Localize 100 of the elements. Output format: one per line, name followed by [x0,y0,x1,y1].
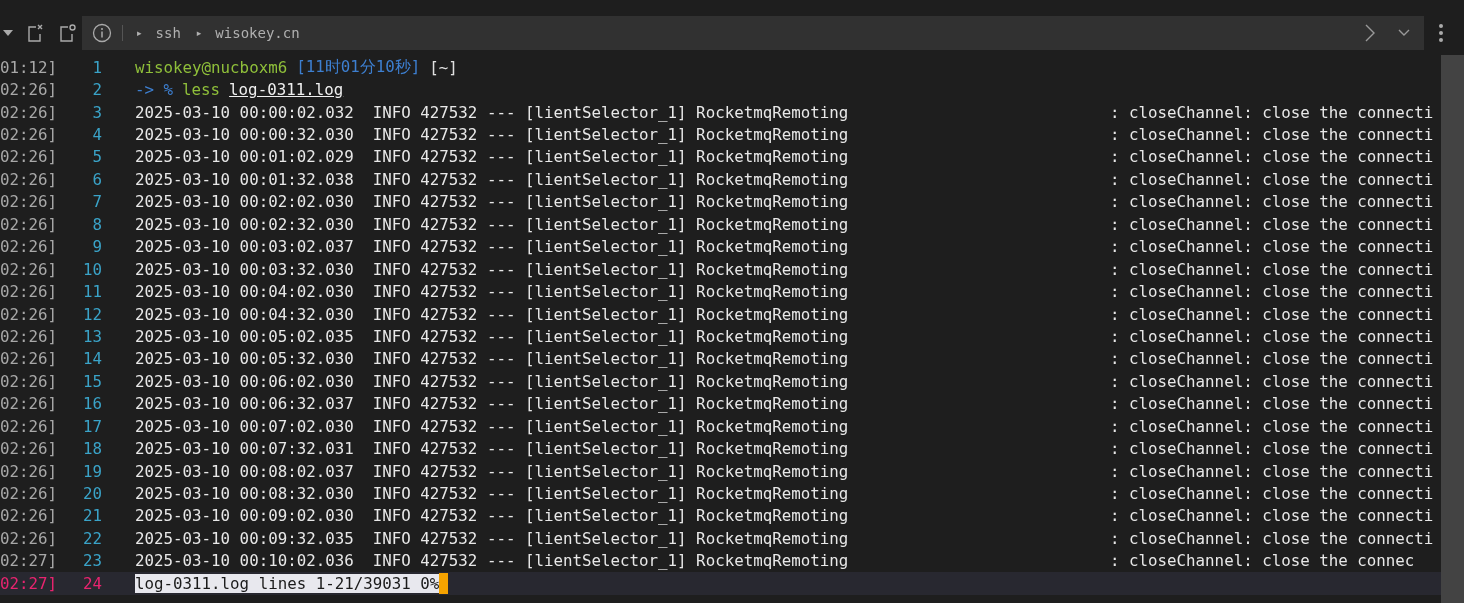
line-number: 11 [81,282,102,302]
timestamp: 02:26] [0,461,56,481]
more-menu-icon[interactable] [1438,24,1444,42]
log-message: : closeChannel: close the connecti [1110,349,1434,369]
log-message: : closeChannel: close the connecti [1110,125,1434,145]
line-number: 23 [81,551,102,571]
scrollbar-thumb[interactable] [1441,55,1464,603]
line-number: 7 [91,192,102,212]
log-entry: 2025-03-10 00:03:02.037 INFO 427532 --- [lientSelector_1] RocketmqRemoting [135,237,850,257]
timestamp: 02:26] [0,259,56,279]
timestamp: 02:26] [0,80,56,100]
prompt-symbol: -> % [135,80,174,100]
log-message: : closeChannel: close the connecti [1110,528,1434,548]
log-message: : closeChannel: close the connecti [1110,192,1434,212]
timestamp: 02:26] [0,214,56,234]
timestamp: 02:26] [0,169,56,189]
log-message: : closeChannel: close the connecti [1110,461,1434,481]
line-number: 15 [81,371,102,391]
log-entry: 2025-03-10 00:01:32.038 INFO 427532 --- [lientSelector_1] RocketmqRemoting [135,169,850,189]
log-message: : closeChannel: close the connecti [1110,214,1434,234]
log-message: : closeChannel: close the connecti [1110,259,1434,279]
log-message: : closeChannel: close the connecti [1110,371,1434,391]
timestamp: 02:26] [0,326,56,346]
log-message: : closeChannel: close the connecti [1110,147,1434,167]
line-number: 24 [81,573,102,593]
line-number: 4 [91,125,102,145]
new-pane-icon[interactable] [57,23,77,43]
breadcrumb-item[interactable]: ssh [155,25,181,41]
close-pane-icon[interactable] [25,23,45,43]
timestamp: 01:12] [0,57,56,77]
log-entry: 2025-03-10 00:00:02.032 INFO 427532 --- [lientSelector_1] RocketmqRemoting [135,102,850,122]
log-entry: 2025-03-10 00:03:32.030 INFO 427532 --- [lientSelector_1] RocketmqRemoting [135,259,850,279]
log-message: : closeChannel: close the connecti [1110,439,1434,459]
timestamp: 02:26] [0,439,56,459]
log-message: : closeChannel: close the connec [1110,551,1415,571]
prompt-text: wisokey@nucboxm6 [135,57,288,77]
log-entry: 2025-03-10 00:05:32.030 INFO 427532 --- [lientSelector_1] RocketmqRemoting [135,349,850,369]
log-message: : closeChannel: close the connecti [1110,416,1434,436]
log-message: : closeChannel: close the connecti [1110,506,1434,526]
line-number: 1 [91,57,102,77]
timestamp: 02:26] [0,394,56,414]
cursor [439,572,449,594]
breadcrumb-marker: ▸ [137,28,142,38]
log-entry: 2025-03-10 00:08:02.037 INFO 427532 --- [lientSelector_1] RocketmqRemoting [135,461,850,481]
chevron-down-icon[interactable] [1398,29,1410,37]
log-entry: 2025-03-10 00:10:02.036 INFO 427532 --- [lientSelector_1] RocketmqRemoting [135,551,850,571]
log-entry: 2025-03-10 00:04:02.030 INFO 427532 --- [lientSelector_1] RocketmqRemoting [135,282,850,302]
timestamp: 02:26] [0,192,56,212]
line-number: 17 [81,416,102,436]
chevron-right-icon[interactable] [1364,24,1376,42]
log-entry: 2025-03-10 00:06:32.037 INFO 427532 --- [lientSelector_1] RocketmqRemoting [135,394,850,414]
timestamp: 02:26] [0,416,56,436]
breadcrumb-item[interactable]: wisokey.cn [215,25,300,41]
log-message: : closeChannel: close the connecti [1110,304,1434,324]
timestamp: 02:26] [0,147,56,167]
log-message: : closeChannel: close the connecti [1110,394,1434,414]
prompt-text: [11时01分10秒] [296,56,421,78]
timestamp: 02:26] [0,237,56,257]
timestamp: 02:26] [0,506,56,526]
line-number: 12 [81,304,102,324]
log-entry: 2025-03-10 00:07:02.030 INFO 427532 --- [lientSelector_1] RocketmqRemoting [135,416,850,436]
log-message: : closeChannel: close the connecti [1110,282,1434,302]
line-number: 14 [81,349,102,369]
line-number: 10 [81,259,102,279]
log-message: : closeChannel: close the connecti [1110,169,1434,189]
breadcrumb-marker: ▸ [196,28,202,38]
line-number: 19 [81,461,102,481]
line-number: 13 [81,326,102,346]
log-message: : closeChannel: close the connecti [1110,237,1434,257]
line-number: 6 [91,169,102,189]
log-entry: 2025-03-10 00:02:02.030 INFO 427532 --- [lientSelector_1] RocketmqRemoting [135,192,850,212]
timestamp: 02:26] [0,349,56,369]
log-entry: 2025-03-10 00:09:32.035 INFO 427532 --- [lientSelector_1] RocketmqRemoting [135,528,850,548]
log-entry: 2025-03-10 00:02:32.030 INFO 427532 --- [lientSelector_1] RocketmqRemoting [135,214,850,234]
log-entry: 2025-03-10 00:01:02.029 INFO 427532 --- [lientSelector_1] RocketmqRemoting [135,147,850,167]
timestamp: 02:26] [0,102,56,122]
caret-down-icon[interactable] [3,30,13,36]
timestamp: 02:26] [0,304,56,324]
log-entry: 2025-03-10 00:07:32.031 INFO 427532 --- [lientSelector_1] RocketmqRemoting [135,439,850,459]
log-message: : closeChannel: close the connecti [1110,484,1434,504]
prompt-text: [~] [429,57,458,77]
timestamp: 02:26] [0,371,56,391]
info-icon[interactable] [92,23,112,43]
log-entry: 2025-03-10 00:09:02.030 INFO 427532 --- [lientSelector_1] RocketmqRemoting [135,506,850,526]
log-entry: 2025-03-10 00:04:32.030 INFO 427532 --- [lientSelector_1] RocketmqRemoting [135,304,850,324]
pager-status: log-0311.log lines 1-21/39031 0% [135,573,440,593]
line-number: 18 [81,439,102,459]
line-number: 22 [81,528,102,548]
log-entry: 2025-03-10 00:06:02.030 INFO 427532 --- [lientSelector_1] RocketmqRemoting [135,371,850,391]
log-entry: 2025-03-10 00:05:02.035 INFO 427532 --- [lientSelector_1] RocketmqRemoting [135,326,850,346]
line-number: 8 [91,214,102,234]
line-number: 2 [91,80,102,100]
timestamp: 02:27] [0,573,56,593]
timestamp: 02:26] [0,282,56,302]
line-number: 20 [81,484,102,504]
line-number: 16 [81,394,102,414]
timestamp: 02:27] [0,551,56,571]
timestamp: 02:26] [0,528,56,548]
timestamp: 02:26] [0,484,56,504]
line-number: 21 [81,506,102,526]
